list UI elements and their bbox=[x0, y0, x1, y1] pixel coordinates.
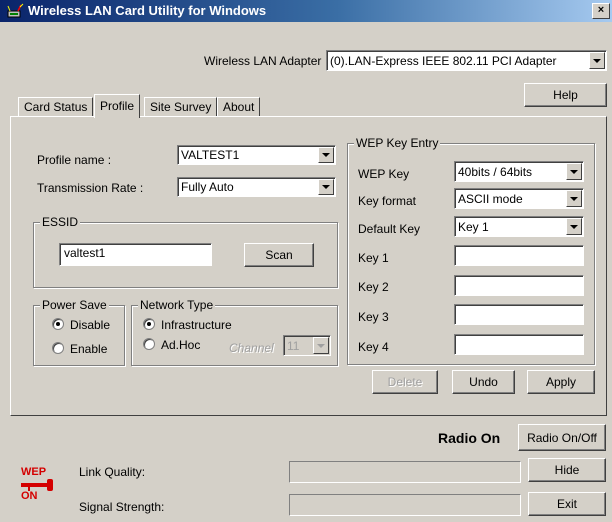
key-2-label: Key 2 bbox=[358, 280, 389, 294]
disable-label: Disable bbox=[70, 318, 111, 332]
key-format-label: Key format bbox=[358, 194, 417, 208]
key-format-value: ASCII mode bbox=[458, 191, 523, 206]
tab-profile[interactable]: Profile bbox=[94, 94, 141, 118]
wep-key-label: WEP Key bbox=[358, 167, 410, 181]
adhoc-label: Ad.Hoc bbox=[161, 338, 201, 352]
network-type-legend: Network Type bbox=[138, 298, 216, 312]
channel-label: Channel bbox=[229, 341, 274, 355]
default-key-label: Default Key bbox=[358, 222, 421, 236]
tab-site-survey[interactable]: Site Survey bbox=[144, 97, 218, 116]
essid-input[interactable]: valtest1 bbox=[59, 243, 212, 266]
exit-button[interactable]: Exit bbox=[528, 492, 606, 516]
key-1-input[interactable] bbox=[454, 245, 584, 266]
close-button[interactable]: × bbox=[592, 3, 610, 19]
key-4-input[interactable] bbox=[454, 334, 584, 355]
key-3-label: Key 3 bbox=[358, 310, 389, 324]
transmission-rate-select[interactable]: Fully Auto bbox=[177, 177, 336, 197]
signal-strength-bar bbox=[289, 494, 521, 516]
channel-value: 11 bbox=[287, 338, 300, 353]
transmission-rate-value: Fully Auto bbox=[181, 180, 234, 194]
enable-radio[interactable] bbox=[52, 342, 64, 354]
adhoc-radio[interactable] bbox=[143, 338, 155, 350]
window-title: Wireless LAN Card Utility for Windows bbox=[28, 3, 267, 18]
key-1-label: Key 1 bbox=[358, 251, 389, 265]
help-button[interactable]: Help bbox=[524, 83, 607, 107]
tab-card-status[interactable]: Card Status bbox=[18, 97, 94, 116]
profile-name-value: VALTEST1 bbox=[181, 148, 240, 162]
essid-legend: ESSID bbox=[40, 215, 81, 229]
key-format-select[interactable]: ASCII mode bbox=[454, 188, 584, 209]
hide-button[interactable]: Hide bbox=[528, 458, 606, 482]
enable-label: Enable bbox=[70, 342, 108, 356]
apply-button[interactable]: Apply bbox=[527, 370, 595, 394]
chevron-down-icon[interactable] bbox=[318, 147, 334, 163]
wep-on-icon: WEP ON bbox=[18, 464, 58, 504]
link-quality-label: Link Quality: bbox=[79, 465, 146, 479]
power-save-group: Power Save bbox=[33, 298, 125, 366]
profile-name-select[interactable]: VALTEST1 bbox=[177, 145, 336, 165]
infrastructure-label: Infrastructure bbox=[161, 318, 232, 332]
signal-strength-label: Signal Strength: bbox=[79, 500, 165, 514]
wep-key-select[interactable]: 40bits / 64bits bbox=[454, 161, 584, 182]
default-key-select[interactable]: Key 1 bbox=[454, 216, 584, 237]
link-quality-bar bbox=[289, 461, 521, 483]
wep-icon-text-bottom: ON bbox=[21, 490, 38, 502]
chevron-down-icon[interactable] bbox=[566, 190, 582, 207]
chevron-down-icon[interactable] bbox=[313, 337, 329, 354]
chevron-down-icon[interactable] bbox=[589, 52, 605, 69]
scan-button[interactable]: Scan bbox=[244, 243, 314, 267]
title-bar[interactable]: Wireless LAN Card Utility for Windows × bbox=[0, 0, 612, 22]
radio-toggle-button[interactable]: Radio On/Off bbox=[518, 424, 606, 451]
chevron-down-icon[interactable] bbox=[318, 179, 334, 195]
disable-radio[interactable] bbox=[52, 318, 64, 330]
infrastructure-radio[interactable] bbox=[143, 318, 155, 330]
wep-key-value: 40bits / 64bits bbox=[458, 164, 533, 179]
app-icon bbox=[6, 3, 24, 19]
key-4-label: Key 4 bbox=[358, 340, 389, 354]
transmission-rate-label: Transmission Rate : bbox=[37, 181, 144, 195]
tab-about[interactable]: About bbox=[217, 97, 261, 116]
delete-button[interactable]: Delete bbox=[372, 370, 438, 394]
undo-button[interactable]: Undo bbox=[452, 370, 515, 394]
key-2-input[interactable] bbox=[454, 275, 584, 296]
channel-select[interactable]: 11 bbox=[283, 335, 331, 356]
radio-status-text: Radio On bbox=[438, 430, 501, 446]
chevron-down-icon[interactable] bbox=[566, 218, 582, 235]
adapter-select[interactable]: (0).LAN-Express IEEE 802.11 PCI Adapter bbox=[326, 50, 607, 71]
wep-icon-text-top: WEP bbox=[21, 466, 47, 478]
default-key-value: Key 1 bbox=[458, 219, 489, 234]
wep-key-entry-legend: WEP Key Entry bbox=[354, 136, 441, 150]
adapter-select-value: (0).LAN-Express IEEE 802.11 PCI Adapter bbox=[330, 53, 557, 68]
key-3-input[interactable] bbox=[454, 304, 584, 325]
power-save-legend: Power Save bbox=[40, 298, 109, 312]
adapter-label: Wireless LAN Adapter bbox=[204, 54, 322, 68]
chevron-down-icon[interactable] bbox=[566, 163, 582, 180]
profile-name-label: Profile name : bbox=[37, 153, 112, 167]
